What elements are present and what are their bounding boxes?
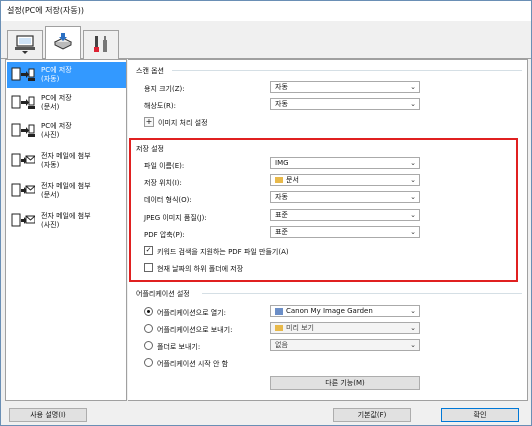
chevron-down-icon: ⌄ <box>410 83 416 91</box>
sidebar-item-save-pc-photo[interactable]: PC에 저장 (사진) <box>7 118 126 144</box>
send-to-app-label: 어플리케이션으로 보내기: <box>157 326 233 334</box>
do-not-start-app-radio[interactable] <box>144 358 153 367</box>
expand-image-processing-button[interactable]: + <box>144 117 154 127</box>
plus-icon: + <box>145 117 153 126</box>
defaults-button[interactable]: 기본값(F) <box>333 408 411 422</box>
open-with-app-value: Canon My Image Garden <box>286 307 373 315</box>
sidebar-item-label: PC에 저장 <box>41 94 72 102</box>
window-title: 설정(PC에 저장(자동)) <box>1 1 531 21</box>
do-not-start-app-label: 어플리케이션 시작 안 함 <box>157 360 229 368</box>
sidebar-item-email-auto[interactable]: 전자 메일에 첨부 (자동) <box>7 148 126 174</box>
paper-size-label: 용지 크기(Z): <box>144 85 185 93</box>
send-to-app-value: 미리 보기 <box>286 324 314 332</box>
sidebar-item-sublabel: (문서) <box>41 191 60 199</box>
settings-window: 설정(PC에 저장(자동)) PC에 저장 (자동) PC에 저장 (문서) P… <box>0 0 532 426</box>
app-settings-heading: 어플리케이션 설정 <box>136 290 190 298</box>
sidebar-item-label: 전자 메일에 첨부 <box>41 212 91 220</box>
scan-options-divider <box>172 70 522 71</box>
sidebar-item-sublabel: (사진) <box>41 131 60 139</box>
sidebar-item-sublabel: (자동) <box>41 161 60 169</box>
resolution-label: 해상도(R): <box>144 102 177 110</box>
scan-options-heading: 스캔 옵션 <box>136 67 164 75</box>
chevron-down-icon: ⌄ <box>410 341 416 349</box>
more-functions-button[interactable]: 다른 기능(M) <box>270 376 420 390</box>
sidebar-item-sublabel: (자동) <box>41 75 60 83</box>
mail-icon <box>9 210 37 232</box>
mail-icon <box>9 150 37 172</box>
send-to-app-radio[interactable] <box>144 324 153 333</box>
instructions-button[interactable]: 사용 설명(I) <box>9 408 87 422</box>
scan-to-pc-icon <box>9 64 37 86</box>
sidebar-item-label: 전자 메일에 첨부 <box>41 182 91 190</box>
open-with-app-radio[interactable] <box>144 307 153 316</box>
open-with-app-select[interactable]: Canon My Image Garden ⌄ <box>270 305 420 317</box>
paper-size-select[interactable]: 자동 ⌄ <box>270 81 420 93</box>
mail-icon <box>9 180 37 202</box>
sidebar-item-email-photo[interactable]: 전자 메일에 첨부 (사진) <box>7 208 126 234</box>
tab-scan-from-computer[interactable] <box>7 30 43 59</box>
sidebar-item-sublabel: (문서) <box>41 103 60 111</box>
ok-button[interactable]: 확인 <box>441 408 519 422</box>
open-with-app-label: 어플리케이션으로 열기: <box>157 309 226 317</box>
chevron-down-icon: ⌄ <box>410 100 416 108</box>
send-to-folder-value: 없음 <box>275 341 288 349</box>
sidebar-item-label: PC에 저장 <box>41 122 72 130</box>
resolution-value: 자동 <box>275 100 288 108</box>
send-to-app-select[interactable]: 미리 보기 ⌄ <box>270 322 420 334</box>
scan-type-list: PC에 저장 (자동) PC에 저장 (문서) PC에 저장 (사진) 전자 메… <box>5 59 127 401</box>
image-processing-label: 이미지 처리 설정 <box>158 119 208 127</box>
tab-scan-from-panel[interactable] <box>45 26 81 60</box>
chevron-down-icon: ⌄ <box>410 324 416 332</box>
resolution-select[interactable]: 자동 ⌄ <box>270 98 420 110</box>
tools-icon <box>90 34 112 56</box>
computer-icon <box>14 34 36 56</box>
app-settings-divider <box>202 293 522 294</box>
preview-app-icon <box>275 325 283 331</box>
sidebar-item-email-document[interactable]: 전자 메일에 첨부 (문서) <box>7 178 126 204</box>
my-image-garden-icon <box>275 307 283 315</box>
sidebar-item-save-pc-document[interactable]: PC에 저장 (문서) <box>7 90 126 116</box>
scan-to-pc-icon <box>9 120 37 142</box>
sidebar-item-label: PC에 저장 <box>41 66 72 74</box>
sidebar-item-sublabel: (사진) <box>41 221 60 229</box>
send-to-folder-label: 폴더로 보내기: <box>157 343 201 351</box>
scan-to-pc-icon <box>9 92 37 114</box>
send-to-folder-radio[interactable] <box>144 341 153 350</box>
send-to-folder-select[interactable]: 없음 ⌄ <box>270 339 420 351</box>
save-settings-highlight <box>129 138 518 282</box>
scanner-icon <box>52 32 74 56</box>
tab-general-settings[interactable] <box>83 30 119 59</box>
chevron-down-icon: ⌄ <box>410 307 416 315</box>
sidebar-item-label: 전자 메일에 첨부 <box>41 152 91 160</box>
paper-size-value: 자동 <box>275 83 288 91</box>
sidebar-item-save-pc-auto[interactable]: PC에 저장 (자동) <box>7 62 126 88</box>
tab-strip <box>1 21 531 60</box>
